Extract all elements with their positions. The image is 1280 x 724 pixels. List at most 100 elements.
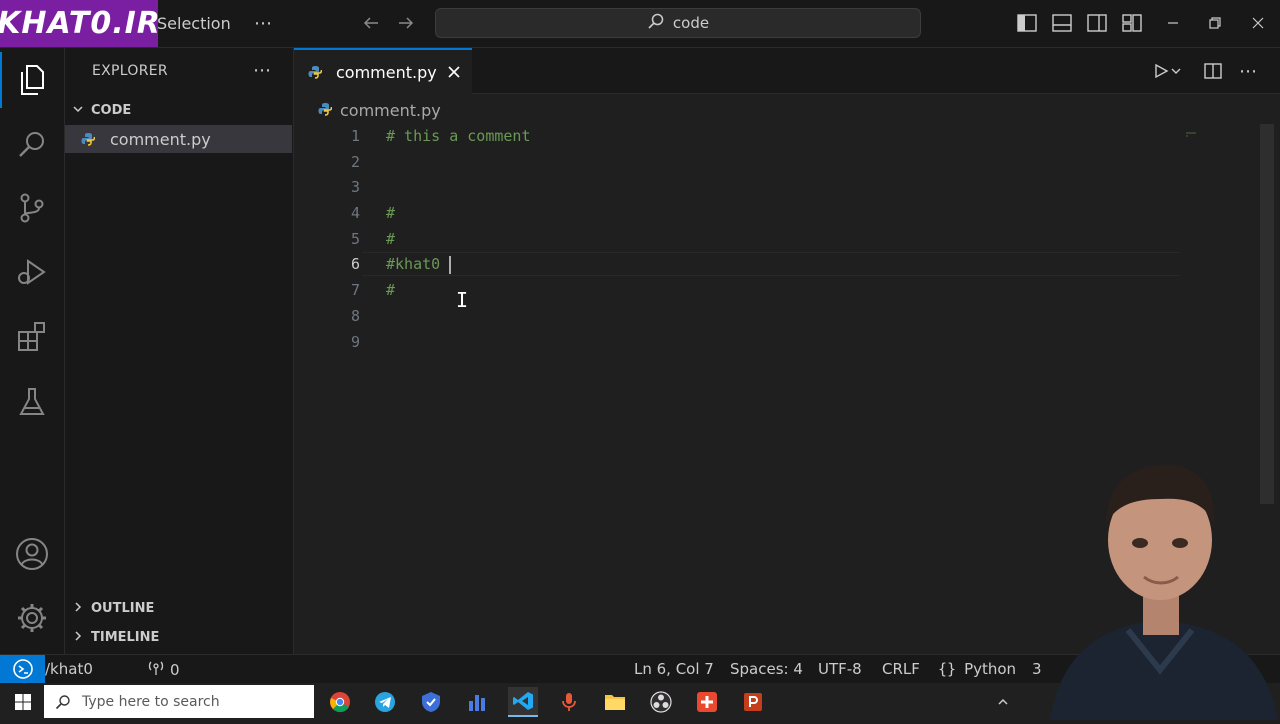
- search-icon[interactable]: [0, 116, 64, 172]
- vpn-app-icon[interactable]: [416, 687, 446, 717]
- close-tab-icon[interactable]: [447, 65, 461, 79]
- status-left-text[interactable]: /khat0: [45, 660, 93, 678]
- code-line[interactable]: [386, 175, 1176, 201]
- chevron-down-icon: [65, 103, 91, 118]
- back-arrow-icon[interactable]: [356, 8, 386, 38]
- status-encoding[interactable]: UTF-8: [818, 660, 862, 678]
- tab-comment-py[interactable]: comment.py: [294, 48, 472, 94]
- language-label: Python: [964, 660, 1017, 678]
- editor-scrollbar[interactable]: [1260, 124, 1274, 504]
- outline-label: OUTLINE: [91, 600, 155, 616]
- testing-icon[interactable]: [0, 374, 64, 430]
- code-line[interactable]: [386, 150, 1176, 176]
- status-indentation[interactable]: Spaces: 4: [730, 660, 803, 678]
- run-dropdown-chevron-icon[interactable]: [1166, 56, 1186, 86]
- brand-logo: KHAT0.IR: [0, 0, 161, 47]
- line-number: 2: [350, 152, 360, 171]
- code-line[interactable]: [386, 330, 1176, 356]
- taskbar-search-placeholder: Type here to search: [82, 693, 220, 710]
- ports-count: 0: [170, 661, 180, 679]
- chrome-icon[interactable]: [325, 687, 355, 717]
- line-number: 1: [350, 127, 360, 145]
- search-text: code: [672, 14, 710, 32]
- code-line[interactable]: #: [386, 278, 1176, 304]
- toggle-sidebar-icon[interactable]: [1012, 8, 1042, 38]
- title-bar: KHAT0.IR Selection ⋯ code: [0, 0, 1280, 48]
- file-label: comment.py: [110, 129, 211, 149]
- code-line[interactable]: # this a comment: [386, 124, 1176, 150]
- timeline-section[interactable]: TIMELINE: [65, 624, 293, 650]
- toggle-panel-icon[interactable]: [1047, 8, 1077, 38]
- code-line[interactable]: #khat0: [386, 252, 1176, 278]
- remote-indicator[interactable]: [0, 655, 45, 683]
- status-language[interactable]: {} Python: [938, 660, 1016, 678]
- chevron-right-icon: [65, 630, 91, 645]
- extensions-icon[interactable]: [0, 308, 64, 364]
- brand-logo-text: KHAT0.IR: [0, 6, 161, 41]
- python-file-icon: [294, 65, 336, 79]
- restore-icon[interactable]: [1200, 8, 1230, 38]
- line-number: 3: [350, 178, 360, 197]
- obs-studio-icon[interactable]: [646, 687, 676, 717]
- breadcrumb-file[interactable]: comment.py: [340, 101, 441, 120]
- vscode-icon[interactable]: [508, 687, 538, 717]
- forward-arrow-icon[interactable]: [391, 8, 421, 38]
- microphone-app-icon[interactable]: [554, 687, 584, 717]
- code-line[interactable]: #: [386, 201, 1176, 227]
- more-actions-icon[interactable]: ⋯: [250, 58, 274, 82]
- breadcrumb[interactable]: comment.py: [318, 99, 441, 121]
- taskbar-search-box[interactable]: Type here to search: [44, 685, 314, 718]
- editor-more-actions-icon[interactable]: ⋯: [1233, 56, 1263, 86]
- broadcast-icon: [148, 660, 164, 680]
- chevron-right-icon: [65, 601, 91, 616]
- menu-selection[interactable]: Selection: [157, 14, 231, 33]
- code-line[interactable]: #: [386, 227, 1176, 253]
- chart-app-icon[interactable]: [462, 687, 492, 717]
- line-number: 5: [350, 229, 360, 248]
- python-file-icon: [318, 101, 333, 120]
- close-window-icon[interactable]: [1243, 8, 1273, 38]
- accounts-icon[interactable]: [0, 526, 64, 582]
- customize-layout-icon[interactable]: [1117, 8, 1147, 38]
- timeline-label: TIMELINE: [91, 629, 160, 645]
- code-editor[interactable]: # this a comment # # #khat0 #: [386, 124, 1176, 355]
- tab-label: comment.py: [336, 62, 437, 82]
- split-editor-icon[interactable]: [1198, 56, 1228, 86]
- folder-label: CODE: [91, 102, 132, 118]
- minimap[interactable]: [1184, 124, 1204, 137]
- search-icon: [647, 12, 665, 34]
- text-cursor: [449, 256, 451, 274]
- line-number: 4: [350, 204, 360, 223]
- line-number: 8: [350, 306, 360, 325]
- toggle-secondary-sidebar-icon[interactable]: [1082, 8, 1112, 38]
- explorer-icon[interactable]: [0, 52, 64, 108]
- screen-recorder-icon[interactable]: [692, 687, 722, 717]
- windows-start-icon[interactable]: [8, 687, 38, 717]
- telegram-icon[interactable]: [370, 687, 400, 717]
- more-menu-icon[interactable]: ⋯: [248, 8, 278, 38]
- mouse-ibeam-cursor: I: [456, 288, 469, 312]
- code-line[interactable]: [386, 304, 1176, 330]
- file-explorer-icon[interactable]: [600, 687, 630, 717]
- line-number: 9: [350, 332, 360, 351]
- editor-tab-bar: comment.py ⋯: [294, 48, 1280, 94]
- status-ports[interactable]: 0: [148, 660, 180, 680]
- folder-section-code[interactable]: CODE: [65, 97, 293, 123]
- command-center-search[interactable]: code: [435, 8, 921, 38]
- minimize-icon[interactable]: [1158, 8, 1188, 38]
- powerpoint-icon[interactable]: [738, 687, 768, 717]
- chevron-up-icon[interactable]: [988, 687, 1018, 717]
- source-control-icon[interactable]: [0, 180, 64, 236]
- manage-gear-icon[interactable]: [0, 590, 64, 646]
- status-cursor-position[interactable]: Ln 6, Col 7: [634, 660, 714, 678]
- activity-bar: [0, 48, 65, 654]
- webcam-overlay: [1040, 455, 1280, 720]
- line-number-gutter: 1 2 3 4 5 6 7 8 9: [330, 124, 360, 355]
- explorer-sidebar: EXPLORER ⋯ CODE comment.py OUTLINE TIMEL…: [65, 48, 294, 654]
- file-item-comment-py[interactable]: comment.py: [65, 125, 292, 153]
- run-debug-icon[interactable]: [0, 244, 64, 300]
- search-icon: [44, 694, 82, 710]
- status-eol[interactable]: CRLF: [882, 660, 920, 678]
- line-number: 7: [350, 281, 360, 300]
- outline-section[interactable]: OUTLINE: [65, 595, 293, 621]
